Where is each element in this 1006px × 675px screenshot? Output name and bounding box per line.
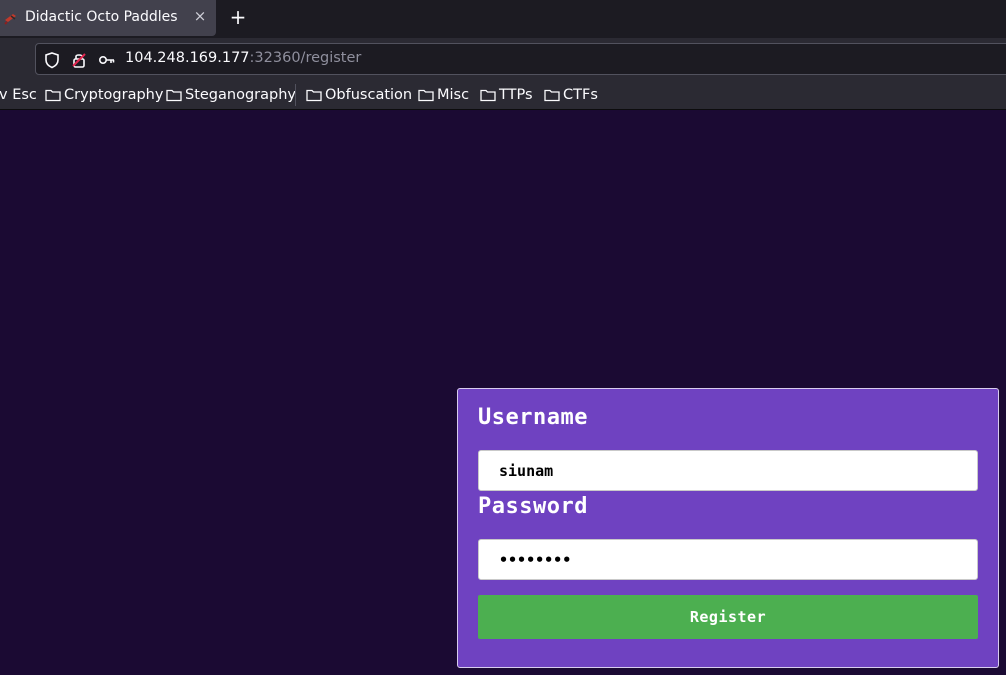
bookmark-esc[interactable]: v Esc bbox=[0, 86, 37, 104]
bookmark-folder-obfuscation[interactable]: Obfuscation bbox=[306, 86, 412, 104]
bookmark-folder-ctfs[interactable]: CTFs bbox=[544, 86, 598, 104]
folder-icon bbox=[480, 89, 496, 102]
active-tab[interactable]: Didactic Octo Paddles × bbox=[0, 0, 216, 36]
bookmark-label: Cryptography bbox=[64, 87, 164, 103]
bookmark-label: Steganography bbox=[185, 87, 296, 103]
new-tab-button[interactable]: + bbox=[229, 7, 247, 27]
bookmark-folder-ttps[interactable]: TTPs bbox=[480, 86, 533, 104]
folder-icon bbox=[418, 89, 434, 102]
bookmarks-separator bbox=[295, 84, 296, 106]
key-icon[interactable] bbox=[98, 51, 116, 69]
bookmarks-toolbar: v Esc Cryptography Steganography Obfusca… bbox=[0, 80, 1006, 110]
insecure-lock-icon[interactable] bbox=[70, 51, 88, 69]
password-input[interactable] bbox=[478, 539, 978, 580]
register-form: Username Password Register bbox=[457, 388, 999, 668]
bookmark-label: TTPs bbox=[499, 87, 533, 103]
paddle-favicon-icon bbox=[4, 14, 16, 25]
url-host: 104.248.169.177 bbox=[125, 50, 250, 66]
folder-icon bbox=[166, 89, 182, 102]
folder-icon bbox=[45, 89, 61, 102]
tab-title: Didactic Octo Paddles bbox=[25, 9, 178, 25]
bookmark-label: Obfuscation bbox=[325, 87, 413, 103]
bookmark-folder-cryptography[interactable]: Cryptography bbox=[45, 86, 163, 104]
close-tab-icon[interactable]: × bbox=[193, 9, 207, 24]
password-label: Password bbox=[478, 494, 588, 519]
bookmark-label: v Esc bbox=[0, 87, 37, 103]
shield-icon[interactable] bbox=[43, 51, 61, 69]
bookmark-label: CTFs bbox=[563, 87, 598, 103]
navigation-bar: 104.248.169.177:32360/register bbox=[0, 38, 1006, 80]
username-input[interactable] bbox=[478, 450, 978, 491]
bookmark-label: Misc bbox=[437, 87, 470, 103]
bookmark-folder-steganography[interactable]: Steganography bbox=[166, 86, 296, 104]
url-path: :32360/register bbox=[249, 50, 362, 66]
tab-strip: Didactic Octo Paddles × + bbox=[0, 0, 1006, 38]
username-label: Username bbox=[478, 405, 588, 430]
bookmark-folder-misc[interactable]: Misc bbox=[418, 86, 469, 104]
register-button[interactable]: Register bbox=[478, 595, 978, 639]
folder-icon bbox=[544, 89, 560, 102]
url-text[interactable]: 104.248.169.177:32360/register bbox=[125, 50, 361, 66]
folder-icon bbox=[306, 89, 322, 102]
address-bar[interactable]: 104.248.169.177:32360/register bbox=[35, 43, 1006, 75]
